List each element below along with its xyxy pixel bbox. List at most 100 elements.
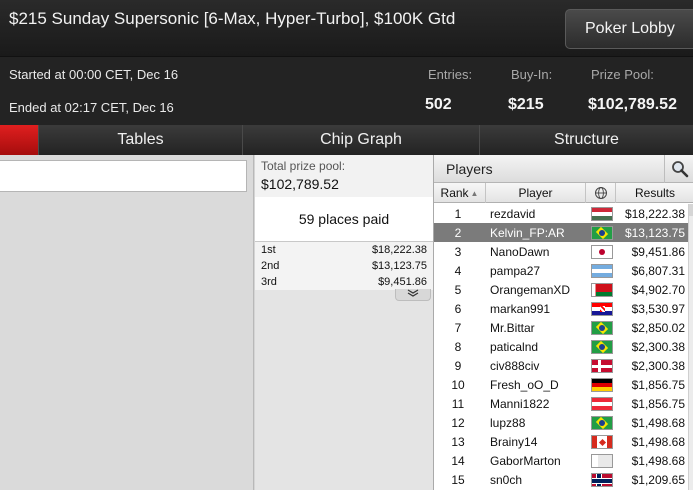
table-row[interactable]: 10 Fresh_oO_D $1,856.75 — [434, 375, 688, 394]
column-country[interactable] — [586, 183, 616, 203]
player-result: $18,222.38 — [624, 207, 685, 221]
player-rank: 13 — [451, 435, 465, 449]
end-time: Ended at 02:17 CET, Dec 16 — [9, 100, 174, 115]
players-title: Players — [446, 161, 493, 177]
players-scrollbar[interactable] — [688, 204, 693, 490]
search-icon[interactable] — [664, 155, 693, 183]
payout-row: 1st $18,222.38 — [255, 242, 433, 258]
payout-place: 1st — [261, 244, 276, 256]
country-flag-icon — [591, 226, 613, 240]
tab-chip-graph[interactable]: Chip Graph — [242, 125, 479, 155]
player-rank: 9 — [454, 359, 462, 373]
table-row[interactable]: 4 pampa27 $6,807.31 — [434, 261, 688, 280]
table-row[interactable]: 5 OrangemanXD $4,902.70 — [434, 280, 688, 299]
player-result: $2,850.02 — [631, 321, 685, 335]
player-rank: 3 — [454, 245, 462, 259]
prize-pool-label: Prize Pool: — [591, 67, 654, 82]
tournament-lobby-window: $215 Sunday Supersonic [6-Max, Hyper-Tur… — [0, 0, 693, 490]
players-list: 1 rezdavid $18,222.38 2 Kelvin_FP:AR $13,123.… — [434, 204, 688, 489]
tournament-title: $215 Sunday Supersonic [6-Max, Hyper-Tur… — [9, 9, 456, 28]
country-flag-icon — [591, 397, 613, 411]
player-name: OrangemanXD — [490, 283, 571, 297]
player-name: paticalnd — [490, 340, 539, 354]
payout-amount: $9,451.86 — [378, 276, 427, 288]
player-name: Manni1822 — [490, 397, 550, 411]
country-flag-icon — [591, 359, 613, 373]
sort-ascending-icon: ▲ — [470, 188, 479, 198]
table-row[interactable]: 8 paticalnd $2,300.38 — [434, 337, 688, 356]
column-rank-label: Rank — [440, 186, 469, 200]
players-column-header: Rank ▲ Player Results — [434, 183, 693, 203]
tab-structure[interactable]: Structure — [479, 125, 693, 155]
player-name: Kelvin_FP:AR — [490, 226, 565, 240]
tab-bar: Tables Chip Graph Structure — [0, 125, 693, 155]
chevron-down-icon[interactable] — [395, 289, 431, 301]
player-name: pampa27 — [490, 264, 541, 278]
table-row[interactable]: 7 Mr.Bittar $2,850.02 — [434, 318, 688, 337]
places-paid: 59 places paid — [255, 197, 433, 241]
column-rank[interactable]: Rank ▲ — [434, 183, 486, 203]
table-row[interactable]: 2 Kelvin_FP:AR $13,123.75 — [434, 223, 688, 242]
player-name: Fresh_oO_D — [490, 378, 559, 392]
player-rank: 1 — [454, 207, 462, 221]
table-row[interactable]: 13 Brainy14 $1,498.68 — [434, 432, 688, 451]
player-rank: 5 — [454, 283, 462, 297]
table-row[interactable]: 3 NanoDawn $9,451.86 — [434, 242, 688, 261]
tab-active-indicator[interactable] — [0, 125, 38, 155]
payout-amount: $13,123.75 — [371, 260, 427, 272]
table-row[interactable]: 11 Manni1822 $1,856.75 — [434, 394, 688, 413]
column-player[interactable]: Player — [486, 183, 586, 203]
country-flag-icon — [591, 378, 613, 392]
table-row[interactable]: 1 rezdavid $18,222.38 — [434, 204, 688, 223]
player-rank: 14 — [451, 454, 465, 468]
table-row[interactable]: 6 markan991 $3,530.97 — [434, 299, 688, 318]
column-results[interactable]: Results — [616, 183, 693, 203]
total-prize-pool-value: $102,789.52 — [261, 176, 339, 192]
players-header: Players — [434, 155, 693, 183]
player-name: rezdavid — [490, 207, 536, 221]
payout-amount: $18,222.38 — [371, 244, 427, 256]
player-result: $1,856.75 — [631, 397, 685, 411]
prize-pool-header: Total prize pool: $102,789.52 — [255, 155, 433, 197]
prize-panel: Total prize pool: $102,789.52 59 places … — [255, 155, 433, 490]
table-row[interactable]: 12 lupz88 $1,498.68 — [434, 413, 688, 432]
scroll-up-arrow[interactable] — [689, 204, 693, 216]
player-rank: 11 — [451, 397, 465, 411]
country-flag-icon — [591, 435, 613, 449]
country-flag-icon — [591, 283, 613, 297]
player-result: $9,451.86 — [631, 245, 685, 259]
poker-lobby-button[interactable]: Poker Lobby — [565, 9, 693, 49]
country-flag-icon — [591, 302, 613, 316]
player-result: $1,498.68 — [631, 416, 685, 430]
player-rank: 6 — [454, 302, 462, 316]
entries-value: 502 — [425, 96, 452, 113]
player-result: $2,300.38 — [631, 340, 685, 354]
info-field[interactable] — [0, 160, 247, 192]
globe-icon — [594, 187, 607, 199]
payout-table: 1st $18,222.38 2nd $13,123.75 3rd $9,451… — [255, 241, 433, 290]
player-name: Brainy14 — [490, 435, 538, 449]
buyin-label: Buy-In: — [511, 67, 553, 82]
entries-label: Entries: — [428, 67, 473, 82]
player-result: $1,498.68 — [631, 454, 685, 468]
country-flag-icon — [591, 340, 613, 354]
player-rank: 12 — [451, 416, 465, 430]
payout-place: 2nd — [261, 260, 280, 272]
total-prize-pool-label: Total prize pool: — [261, 159, 346, 173]
player-rank: 7 — [454, 321, 462, 335]
table-row[interactable]: 15 sn0ch $1,209.65 — [434, 470, 688, 489]
table-row[interactable]: 9 civ888civ $2,300.38 — [434, 356, 688, 375]
player-rank: 15 — [451, 473, 465, 487]
tab-tables[interactable]: Tables — [38, 125, 242, 155]
player-result: $13,123.75 — [624, 226, 685, 240]
buyin-value: $215 — [508, 96, 544, 113]
prize-pool-value: $102,789.52 — [588, 96, 677, 113]
payout-row: 2nd $13,123.75 — [255, 258, 433, 274]
player-rank: 2 — [454, 226, 462, 240]
player-result: $4,902.70 — [631, 283, 685, 297]
table-row[interactable]: 14 GaborMarton $1,498.68 — [434, 451, 688, 470]
player-result: $1,498.68 — [631, 435, 685, 449]
player-result: $6,807.31 — [631, 264, 685, 278]
start-time: Started at 00:00 CET, Dec 16 — [9, 67, 179, 82]
player-name: GaborMarton — [490, 454, 561, 468]
